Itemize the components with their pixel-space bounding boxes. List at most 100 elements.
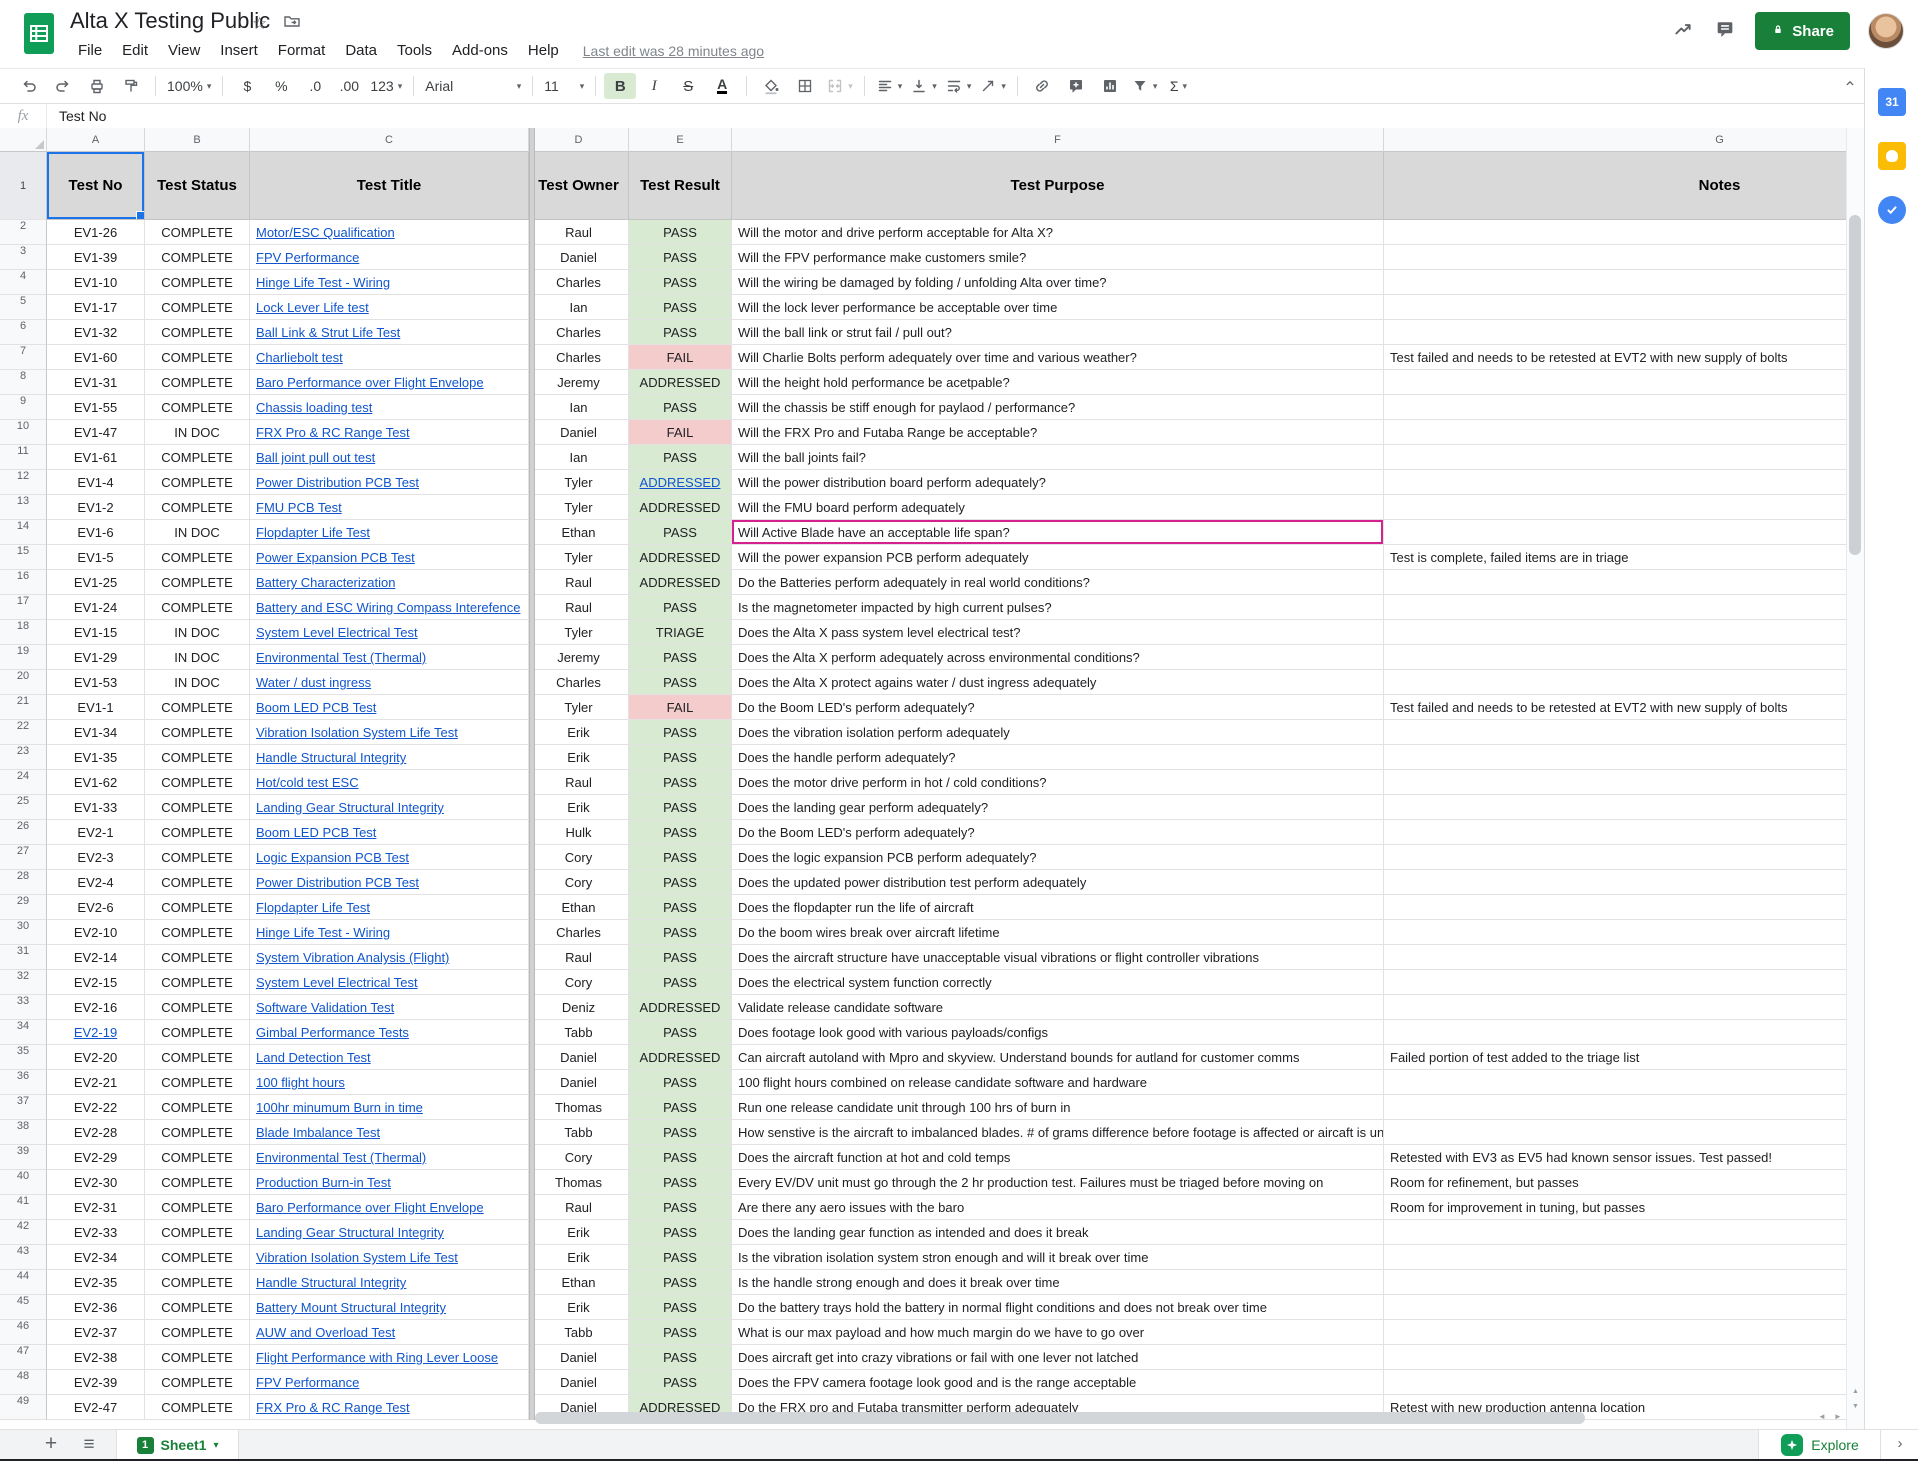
cell-notes[interactable]: Retested with EV3 as EV5 had known senso… (1384, 1145, 1846, 1170)
cell-test-status[interactable]: COMPLETE (145, 220, 250, 245)
cell-notes[interactable] (1384, 295, 1846, 320)
cell-notes[interactable] (1384, 1345, 1846, 1370)
cell-test-purpose[interactable]: Will the FPV performance make customers … (732, 245, 1384, 270)
header-test-result[interactable]: Test Result (629, 152, 732, 220)
cell-test-purpose[interactable]: Does the motor drive perform in hot / co… (732, 770, 1384, 795)
cell-test-purpose[interactable]: Every EV/DV unit must go through the 2 h… (732, 1170, 1384, 1195)
cell-test-status[interactable]: COMPLETE (145, 1095, 250, 1120)
cell-test-owner[interactable]: Charles (529, 920, 629, 945)
cell-test-purpose[interactable]: Will the height hold performance be acet… (732, 370, 1384, 395)
cell-test-no[interactable]: EV2-47 (47, 1395, 145, 1420)
cell-test-status[interactable]: COMPLETE (145, 1320, 250, 1345)
cell-test-status[interactable]: COMPLETE (145, 470, 250, 495)
font-size-select[interactable]: 11▾ (541, 73, 587, 99)
cell-test-purpose[interactable]: Does the handle perform adequately? (732, 745, 1384, 770)
menu-tools[interactable]: Tools (387, 40, 442, 61)
cell-test-no[interactable]: EV1-34 (47, 720, 145, 745)
row-number[interactable]: 27 (0, 845, 47, 870)
cell-test-purpose[interactable]: Does the electrical system function corr… (732, 970, 1384, 995)
row-number[interactable]: 25 (0, 795, 47, 820)
row-number[interactable]: 4 (0, 270, 47, 295)
cell-test-result[interactable]: PASS (629, 445, 732, 470)
cell-test-title[interactable]: Logic Expansion PCB Test (250, 845, 529, 870)
cell-test-result[interactable]: PASS (629, 795, 732, 820)
cell-test-owner[interactable]: Cory (529, 845, 629, 870)
cell-test-owner[interactable]: Ethan (529, 520, 629, 545)
row-number[interactable]: 22 (0, 720, 47, 745)
cell-test-result[interactable]: PASS (629, 845, 732, 870)
cell-test-owner[interactable]: Daniel (529, 245, 629, 270)
cell-test-title[interactable]: FRX Pro & RC Range Test (250, 1395, 529, 1420)
cell-test-result[interactable]: PASS (629, 270, 732, 295)
cell-test-owner[interactable]: Erik (529, 745, 629, 770)
italic-button[interactable]: I (638, 73, 670, 99)
cell-test-no[interactable]: EV1-6 (47, 520, 145, 545)
cell-notes[interactable] (1384, 1295, 1846, 1320)
cell-test-status[interactable]: COMPLETE (145, 1395, 250, 1420)
menu-help[interactable]: Help (518, 40, 569, 61)
cell-test-status[interactable]: COMPLETE (145, 1070, 250, 1095)
cell-notes[interactable] (1384, 1220, 1846, 1245)
row-number[interactable]: 42 (0, 1220, 47, 1245)
header-test-purpose[interactable]: Test Purpose (732, 152, 1384, 220)
row-number[interactable]: 2 (0, 220, 47, 245)
cell-test-title[interactable]: FPV Performance (250, 1370, 529, 1395)
cell-test-no[interactable]: EV1-25 (47, 570, 145, 595)
toolbar-collapse-icon[interactable] (1842, 76, 1858, 95)
cell-test-owner[interactable]: Jeremy (529, 370, 629, 395)
star-icon[interactable]: ☆ (252, 14, 267, 34)
cell-test-purpose[interactable]: Does the updated power distribution test… (732, 870, 1384, 895)
row-number[interactable]: 24 (0, 770, 47, 795)
cell-test-result[interactable]: ADDRESSED (629, 470, 732, 495)
text-wrap-button[interactable]: ▾ (942, 73, 975, 99)
row-number[interactable]: 37 (0, 1095, 47, 1120)
insights-icon[interactable] (1671, 19, 1695, 44)
cell-test-owner[interactable]: Hulk (529, 820, 629, 845)
cell-test-status[interactable]: IN DOC (145, 645, 250, 670)
cell-test-title[interactable]: Hot/cold test ESC (250, 770, 529, 795)
text-color-button[interactable]: A (706, 73, 738, 99)
cell-notes[interactable] (1384, 820, 1846, 845)
cell-test-title[interactable]: System Vibration Analysis (Flight) (250, 945, 529, 970)
cell-test-owner[interactable]: Erik (529, 795, 629, 820)
insert-chart-button[interactable] (1094, 73, 1126, 99)
cell-notes[interactable] (1384, 1070, 1846, 1095)
row-number[interactable]: 14 (0, 520, 47, 545)
cell-test-result[interactable]: PASS (629, 520, 732, 545)
row-number[interactable]: 49 (0, 1395, 47, 1420)
cell-test-title[interactable]: Production Burn-in Test (250, 1170, 529, 1195)
cell-notes[interactable] (1384, 970, 1846, 995)
row-number[interactable]: 16 (0, 570, 47, 595)
cell-notes[interactable]: Room for refinement, but passes (1384, 1170, 1846, 1195)
cell-test-title[interactable]: Flight Performance with Ring Lever Loose (250, 1345, 529, 1370)
cell-test-status[interactable]: COMPLETE (145, 945, 250, 970)
cell-test-status[interactable]: COMPLETE (145, 1245, 250, 1270)
cell-test-title[interactable]: Landing Gear Structural Integrity (250, 1220, 529, 1245)
menu-file[interactable]: File (68, 40, 112, 61)
cell-test-no[interactable]: EV2-4 (47, 870, 145, 895)
menu-edit[interactable]: Edit (112, 40, 158, 61)
cell-test-no[interactable]: EV1-31 (47, 370, 145, 395)
cell-test-title[interactable]: System Level Electrical Test (250, 620, 529, 645)
cell-test-title[interactable]: Environmental Test (Thermal) (250, 645, 529, 670)
row-number[interactable]: 6 (0, 320, 47, 345)
cell-test-owner[interactable]: Tyler (529, 620, 629, 645)
cell-test-title[interactable]: Battery Mount Structural Integrity (250, 1295, 529, 1320)
cell-test-status[interactable]: COMPLETE (145, 1145, 250, 1170)
cell-notes[interactable] (1384, 745, 1846, 770)
cell-test-purpose[interactable]: Can aircraft autoland with Mpro and skyv… (732, 1045, 1384, 1070)
cell-test-purpose[interactable]: Is the magnetometer impacted by high cur… (732, 595, 1384, 620)
menu-insert[interactable]: Insert (210, 40, 268, 61)
cell-notes[interactable] (1384, 320, 1846, 345)
column-header-G[interactable]: G (1384, 128, 1846, 152)
cell-test-title[interactable]: Gimbal Performance Tests (250, 1020, 529, 1045)
cell-test-purpose[interactable]: Will the chassis be stiff enough for pay… (732, 395, 1384, 420)
cell-test-no[interactable]: EV1-60 (47, 345, 145, 370)
select-all-corner[interactable] (0, 128, 47, 152)
vertical-scrollbar-thumb[interactable] (1849, 215, 1861, 555)
cell-test-result[interactable]: FAIL (629, 420, 732, 445)
cell-test-owner[interactable]: Charles (529, 670, 629, 695)
cell-test-title[interactable]: Handle Structural Integrity (250, 1270, 529, 1295)
cell-test-owner[interactable]: Raul (529, 770, 629, 795)
cell-notes[interactable] (1384, 370, 1846, 395)
